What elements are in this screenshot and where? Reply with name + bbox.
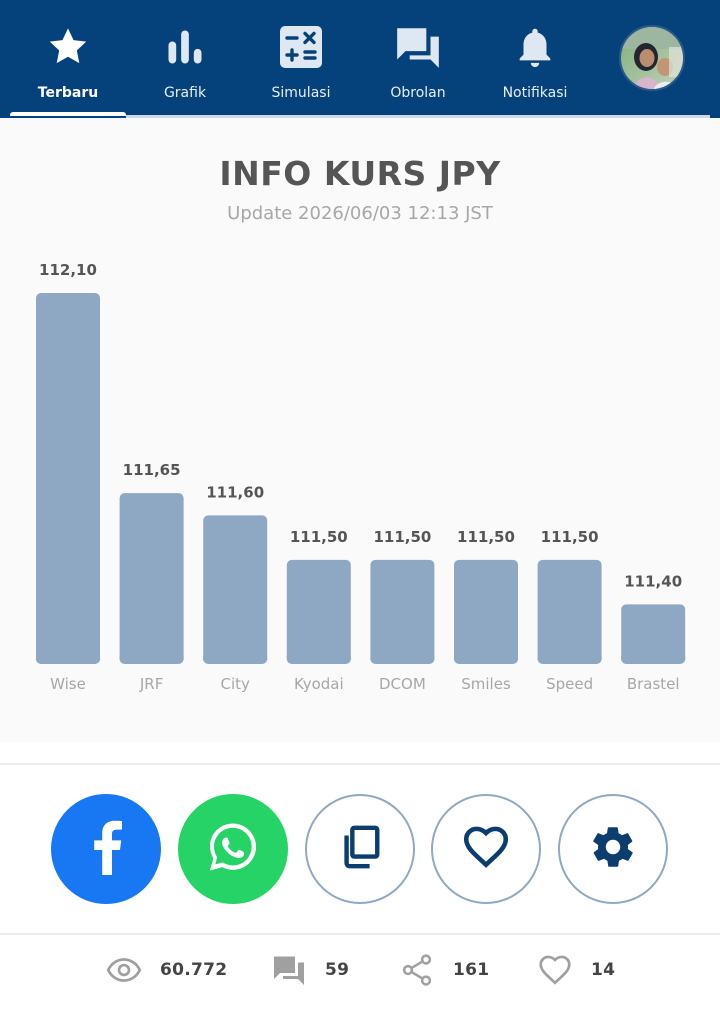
nav-tab-label: Grafik [163, 85, 207, 101]
category-label: DCOM [379, 675, 426, 693]
bar-base-kyodai [286, 656, 351, 660]
value-label: 111,50 [541, 528, 599, 546]
shares-stat[interactable]: 161 [399, 948, 489, 992]
heart-icon [461, 822, 511, 876]
settings-button[interactable] [558, 794, 668, 904]
divider [0, 933, 720, 935]
copy-icon [337, 824, 383, 874]
update-timestamp: Update 2026/06/03 12:13 JST [227, 203, 493, 224]
likes-count: 14 [591, 960, 616, 980]
facebook-share-button[interactable] [51, 794, 161, 904]
active-tab-indicator [10, 112, 126, 116]
value-label: 112,10 [39, 261, 97, 279]
views-stat: 60.772 [106, 948, 227, 992]
bar-kyodai [286, 559, 351, 664]
nav-tab-label: Obrolan [390, 85, 446, 101]
bar-base-wise [36, 656, 100, 660]
bar-base-smiles [454, 656, 518, 660]
profile-photo-icon [621, 27, 683, 89]
avatar[interactable] [619, 25, 685, 91]
copy-link-button[interactable] [305, 794, 415, 904]
nav-tab-grafik[interactable]: Grafik [127, 0, 243, 112]
category-label: City [220, 675, 250, 693]
shares-count: 161 [453, 960, 490, 980]
bar-brastel [621, 604, 686, 664]
value-label: 111,65 [123, 461, 181, 479]
nav-tab-label: Notifikasi [502, 85, 568, 101]
comment-icon [271, 952, 307, 988]
bar-dcom [370, 559, 435, 664]
bar-speed [537, 559, 602, 664]
star-icon [43, 22, 93, 72]
category-label: Smiles [461, 675, 511, 693]
comments-stat[interactable]: 59 [271, 948, 349, 992]
category-label: JRF [139, 675, 163, 693]
bar-base-dcom [370, 656, 435, 660]
value-label: 111,50 [290, 528, 348, 546]
views-count: 60.772 [160, 960, 228, 980]
heart-outline-icon [537, 952, 573, 988]
calculator-icon [276, 22, 326, 72]
share-icon [399, 952, 435, 988]
bar-wise [36, 293, 100, 664]
bar-city [203, 515, 268, 664]
value-label: 111,40 [624, 572, 682, 590]
bar-smiles [454, 559, 518, 664]
category-label: Brastel [627, 675, 680, 693]
bar-base-city [203, 656, 268, 660]
like-button[interactable] [431, 794, 541, 904]
page-title: INFO KURS JPY [219, 154, 501, 193]
exchange-rate-bar-chart: 112,10 Wise 111,65 JRF 111,60 City 111,50 Kyoda… [36, 261, 686, 693]
bar-base-jrf [119, 656, 184, 660]
bar-jrf [119, 493, 184, 664]
whatsapp-share-button[interactable] [178, 794, 288, 904]
nav-tab-label: Simulasi [271, 85, 331, 101]
nav-tab-terbaru[interactable]: Terbaru [10, 0, 126, 112]
divider [0, 763, 720, 765]
bell-icon [510, 22, 560, 72]
category-label: Kyodai [294, 675, 344, 693]
nav-tab-label: Terbaru [37, 85, 99, 101]
category-label: Speed [546, 675, 593, 693]
category-label: Wise [50, 675, 86, 693]
value-label: 111,50 [373, 528, 431, 546]
whatsapp-icon [204, 818, 262, 880]
eye-icon [106, 952, 142, 988]
value-label: 111,50 [457, 528, 515, 546]
comments-count: 59 [325, 960, 350, 980]
nav-tab-simulasi[interactable]: Simulasi [243, 0, 359, 112]
likes-stat[interactable]: 14 [537, 948, 615, 992]
facebook-icon [86, 819, 126, 879]
gear-icon [589, 823, 637, 875]
bar-chart-icon [160, 22, 210, 72]
bar-base-brastel [621, 656, 686, 660]
nav-tab-notifikasi[interactable]: Notifikasi [477, 0, 593, 112]
chat-icon [393, 22, 443, 72]
top-navigation-bar: Terbaru Grafik Simulasi Obrolan Notifika… [0, 0, 720, 118]
bar-base-speed [537, 656, 602, 660]
nav-tab-obrolan[interactable]: Obrolan [360, 0, 476, 112]
value-label: 111,60 [206, 483, 264, 501]
